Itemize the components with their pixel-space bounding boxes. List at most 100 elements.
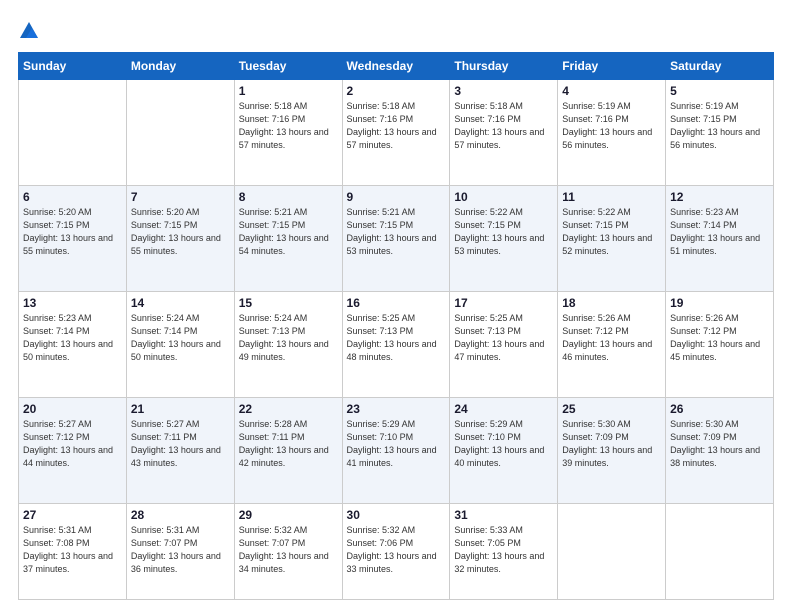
day-number: 6: [23, 190, 122, 204]
header: [18, 18, 774, 42]
day-number: 16: [347, 296, 446, 310]
day-info: Sunrise: 5:32 AMSunset: 7:07 PMDaylight:…: [239, 524, 338, 576]
calendar-table: SundayMondayTuesdayWednesdayThursdayFrid…: [18, 52, 774, 600]
weekday-header: Saturday: [666, 53, 774, 80]
day-info: Sunrise: 5:31 AMSunset: 7:07 PMDaylight:…: [131, 524, 230, 576]
weekday-header: Wednesday: [342, 53, 450, 80]
day-number: 29: [239, 508, 338, 522]
day-info: Sunrise: 5:25 AMSunset: 7:13 PMDaylight:…: [347, 312, 446, 364]
day-number: 21: [131, 402, 230, 416]
day-info: Sunrise: 5:32 AMSunset: 7:06 PMDaylight:…: [347, 524, 446, 576]
day-info: Sunrise: 5:21 AMSunset: 7:15 PMDaylight:…: [239, 206, 338, 258]
day-info: Sunrise: 5:20 AMSunset: 7:15 PMDaylight:…: [23, 206, 122, 258]
day-number: 18: [562, 296, 661, 310]
calendar-cell: 21 Sunrise: 5:27 AMSunset: 7:11 PMDayligh…: [126, 397, 234, 503]
calendar-cell: [126, 80, 234, 186]
day-number: 17: [454, 296, 553, 310]
calendar-cell: 20 Sunrise: 5:27 AMSunset: 7:12 PMDayligh…: [19, 397, 127, 503]
day-info: Sunrise: 5:19 AMSunset: 7:15 PMDaylight:…: [670, 100, 769, 152]
calendar-cell: 7 Sunrise: 5:20 AMSunset: 7:15 PMDaylight…: [126, 185, 234, 291]
day-number: 22: [239, 402, 338, 416]
day-info: Sunrise: 5:31 AMSunset: 7:08 PMDaylight:…: [23, 524, 122, 576]
calendar-cell: 30 Sunrise: 5:32 AMSunset: 7:06 PMDayligh…: [342, 503, 450, 599]
calendar-cell: 4 Sunrise: 5:19 AMSunset: 7:16 PMDaylight…: [558, 80, 666, 186]
logo-icon: [18, 20, 40, 42]
day-number: 23: [347, 402, 446, 416]
calendar-cell: 31 Sunrise: 5:33 AMSunset: 7:05 PMDayligh…: [450, 503, 558, 599]
day-info: Sunrise: 5:20 AMSunset: 7:15 PMDaylight:…: [131, 206, 230, 258]
day-info: Sunrise: 5:24 AMSunset: 7:14 PMDaylight:…: [131, 312, 230, 364]
day-info: Sunrise: 5:18 AMSunset: 7:16 PMDaylight:…: [454, 100, 553, 152]
calendar-cell: 15 Sunrise: 5:24 AMSunset: 7:13 PMDayligh…: [234, 291, 342, 397]
calendar-cell: 10 Sunrise: 5:22 AMSunset: 7:15 PMDayligh…: [450, 185, 558, 291]
weekday-header: Monday: [126, 53, 234, 80]
day-number: 31: [454, 508, 553, 522]
day-info: Sunrise: 5:30 AMSunset: 7:09 PMDaylight:…: [670, 418, 769, 470]
day-info: Sunrise: 5:24 AMSunset: 7:13 PMDaylight:…: [239, 312, 338, 364]
day-info: Sunrise: 5:23 AMSunset: 7:14 PMDaylight:…: [23, 312, 122, 364]
day-info: Sunrise: 5:19 AMSunset: 7:16 PMDaylight:…: [562, 100, 661, 152]
day-info: Sunrise: 5:26 AMSunset: 7:12 PMDaylight:…: [670, 312, 769, 364]
calendar-cell: 1 Sunrise: 5:18 AMSunset: 7:16 PMDaylight…: [234, 80, 342, 186]
day-number: 20: [23, 402, 122, 416]
weekday-header: Friday: [558, 53, 666, 80]
day-info: Sunrise: 5:27 AMSunset: 7:12 PMDaylight:…: [23, 418, 122, 470]
calendar-cell: [666, 503, 774, 599]
day-info: Sunrise: 5:23 AMSunset: 7:14 PMDaylight:…: [670, 206, 769, 258]
day-info: Sunrise: 5:22 AMSunset: 7:15 PMDaylight:…: [454, 206, 553, 258]
day-number: 25: [562, 402, 661, 416]
day-number: 4: [562, 84, 661, 98]
calendar-cell: 23 Sunrise: 5:29 AMSunset: 7:10 PMDayligh…: [342, 397, 450, 503]
day-number: 19: [670, 296, 769, 310]
day-number: 13: [23, 296, 122, 310]
calendar-cell: 9 Sunrise: 5:21 AMSunset: 7:15 PMDaylight…: [342, 185, 450, 291]
day-info: Sunrise: 5:30 AMSunset: 7:09 PMDaylight:…: [562, 418, 661, 470]
day-number: 11: [562, 190, 661, 204]
day-number: 3: [454, 84, 553, 98]
calendar-cell: 14Sunrise: 5:24 AMSunset: 7:14 PMDayligh…: [126, 291, 234, 397]
weekday-header: Thursday: [450, 53, 558, 80]
day-number: 5: [670, 84, 769, 98]
day-number: 1: [239, 84, 338, 98]
calendar-cell: 2Sunrise: 5:18 AMSunset: 7:16 PMDaylight…: [342, 80, 450, 186]
calendar-cell: 25 Sunrise: 5:30 AMSunset: 7:09 PMDayligh…: [558, 397, 666, 503]
day-info: Sunrise: 5:28 AMSunset: 7:11 PMDaylight:…: [239, 418, 338, 470]
day-info: Sunrise: 5:33 AMSunset: 7:05 PMDaylight:…: [454, 524, 553, 576]
day-number: 27: [23, 508, 122, 522]
calendar-cell: 19 Sunrise: 5:26 AMSunset: 7:12 PMDayligh…: [666, 291, 774, 397]
day-info: Sunrise: 5:25 AMSunset: 7:13 PMDaylight:…: [454, 312, 553, 364]
day-info: Sunrise: 5:29 AMSunset: 7:10 PMDaylight:…: [454, 418, 553, 470]
day-info: Sunrise: 5:18 AMSunset: 7:16 PMDaylight:…: [239, 100, 338, 152]
day-number: 8: [239, 190, 338, 204]
calendar-cell: 29 Sunrise: 5:32 AMSunset: 7:07 PMDayligh…: [234, 503, 342, 599]
calendar-cell: 18Sunrise: 5:26 AMSunset: 7:12 PMDayligh…: [558, 291, 666, 397]
day-number: 7: [131, 190, 230, 204]
day-info: Sunrise: 5:27 AMSunset: 7:11 PMDaylight:…: [131, 418, 230, 470]
calendar-cell: [558, 503, 666, 599]
calendar-cell: 5 Sunrise: 5:19 AMSunset: 7:15 PMDaylight…: [666, 80, 774, 186]
calendar-cell: 13 Sunrise: 5:23 AMSunset: 7:14 PMDayligh…: [19, 291, 127, 397]
calendar-cell: 12 Sunrise: 5:23 AMSunset: 7:14 PMDayligh…: [666, 185, 774, 291]
day-info: Sunrise: 5:18 AMSunset: 7:16 PMDaylight:…: [347, 100, 446, 152]
calendar-body: 1 Sunrise: 5:18 AMSunset: 7:16 PMDaylight…: [19, 80, 774, 600]
calendar-week-row: 27 Sunrise: 5:31 AMSunset: 7:08 PMDayligh…: [19, 503, 774, 599]
weekday-header: Sunday: [19, 53, 127, 80]
day-number: 24: [454, 402, 553, 416]
day-number: 10: [454, 190, 553, 204]
calendar-cell: 22 Sunrise: 5:28 AMSunset: 7:11 PMDayligh…: [234, 397, 342, 503]
day-info: Sunrise: 5:29 AMSunset: 7:10 PMDaylight:…: [347, 418, 446, 470]
calendar-cell: 26 Sunrise: 5:30 AMSunset: 7:09 PMDayligh…: [666, 397, 774, 503]
calendar-cell: 27 Sunrise: 5:31 AMSunset: 7:08 PMDayligh…: [19, 503, 127, 599]
day-number: 12: [670, 190, 769, 204]
calendar-cell: 24 Sunrise: 5:29 AMSunset: 7:10 PMDayligh…: [450, 397, 558, 503]
day-info: Sunrise: 5:21 AMSunset: 7:15 PMDaylight:…: [347, 206, 446, 258]
day-number: 9: [347, 190, 446, 204]
day-number: 15: [239, 296, 338, 310]
calendar-cell: [19, 80, 127, 186]
calendar-week-row: 1 Sunrise: 5:18 AMSunset: 7:16 PMDaylight…: [19, 80, 774, 186]
page: SundayMondayTuesdayWednesdayThursdayFrid…: [0, 0, 792, 612]
calendar-header-row: SundayMondayTuesdayWednesdayThursdayFrid…: [19, 53, 774, 80]
day-number: 26: [670, 402, 769, 416]
day-info: Sunrise: 5:22 AMSunset: 7:15 PMDaylight:…: [562, 206, 661, 258]
day-number: 30: [347, 508, 446, 522]
